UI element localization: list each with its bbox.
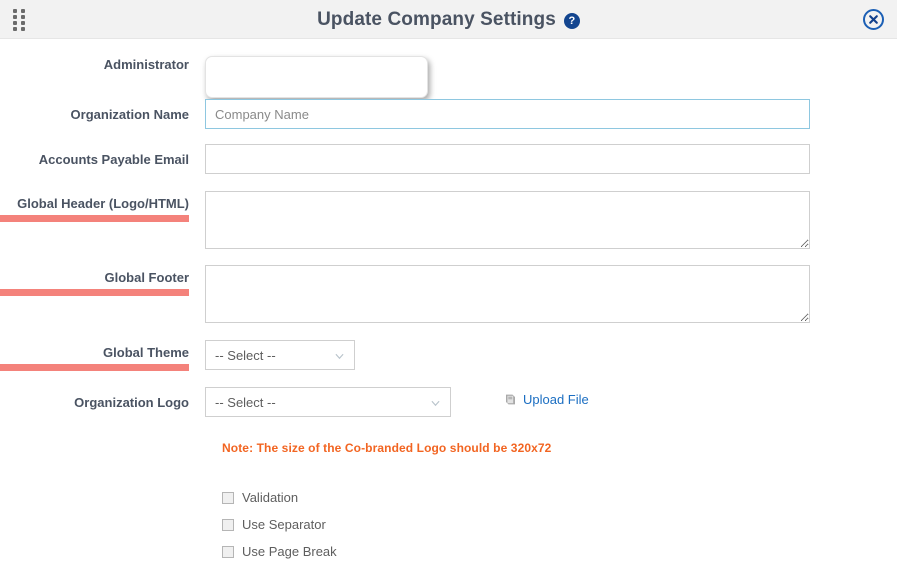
label-underline-highlight — [0, 364, 189, 371]
global-footer-textarea[interactable] — [205, 265, 810, 323]
cobranded-logo-note: Note: The size of the Co-branded Logo sh… — [222, 441, 552, 455]
checkbox-row-use-page-break: Use Page Break — [222, 545, 337, 559]
upload-file-label: Upload File — [523, 392, 589, 407]
close-circle-icon[interactable] — [863, 9, 884, 30]
validation-checkbox-label[interactable]: Validation — [242, 491, 298, 505]
form-row-global-header: Global Header (Logo/HTML) — [0, 191, 897, 249]
label-underline-highlight — [0, 289, 189, 296]
close-x-glyph — [869, 15, 878, 24]
use-separator-checkbox[interactable] — [222, 519, 234, 531]
validation-checkbox[interactable] — [222, 492, 234, 504]
use-page-break-checkbox[interactable] — [222, 546, 234, 558]
checkbox-row-validation: Validation — [222, 491, 298, 505]
organization-logo-select-value: -- Select -- — [215, 394, 276, 410]
label-organization-logo: Organization Logo — [74, 395, 189, 410]
label-accounts-payable-email: Accounts Payable Email — [38, 152, 189, 167]
upload-file-link[interactable]: Upload File — [504, 392, 589, 407]
modal-title-group: Update Company Settings ? — [0, 0, 897, 39]
question-circle-icon[interactable]: ? — [563, 12, 580, 29]
label-organization-name: Organization Name — [70, 107, 189, 122]
form-row-organization-logo: Organization Logo -- Select -- Upload Fi… — [0, 387, 897, 417]
form-row-global-footer: Global Footer — [0, 265, 897, 323]
form-row-global-theme: Global Theme -- Select -- — [0, 340, 897, 371]
accounts-payable-email-input[interactable] — [205, 144, 810, 174]
organization-logo-select[interactable]: -- Select -- — [205, 387, 451, 417]
page-title: Update Company Settings — [317, 8, 556, 30]
checkbox-row-use-separator: Use Separator — [222, 518, 326, 532]
form-row-administrator: Administrator — [0, 56, 897, 98]
label-underline-highlight — [0, 215, 189, 222]
company-settings-form: Administrator Organization Name Accounts… — [0, 39, 897, 574]
use-page-break-checkbox-label[interactable]: Use Page Break — [242, 545, 337, 559]
upload-file-icon — [506, 394, 515, 405]
label-administrator: Administrator — [103, 57, 189, 72]
form-row-accounts-payable-email: Accounts Payable Email — [0, 144, 897, 174]
label-global-theme: Global Theme — [0, 340, 205, 371]
modal-header: Update Company Settings ? — [0, 0, 897, 39]
global-header-textarea[interactable] — [205, 191, 810, 249]
use-separator-checkbox-label[interactable]: Use Separator — [242, 518, 326, 532]
form-row-organization-name: Organization Name — [0, 99, 897, 129]
global-theme-select-value: -- Select -- — [215, 347, 276, 363]
administrator-input[interactable] — [205, 56, 428, 98]
label-global-header: Global Header (Logo/HTML) — [0, 191, 205, 222]
label-global-footer: Global Footer — [0, 265, 205, 296]
global-theme-select[interactable]: -- Select -- — [205, 340, 355, 370]
organization-name-input[interactable] — [205, 99, 810, 129]
